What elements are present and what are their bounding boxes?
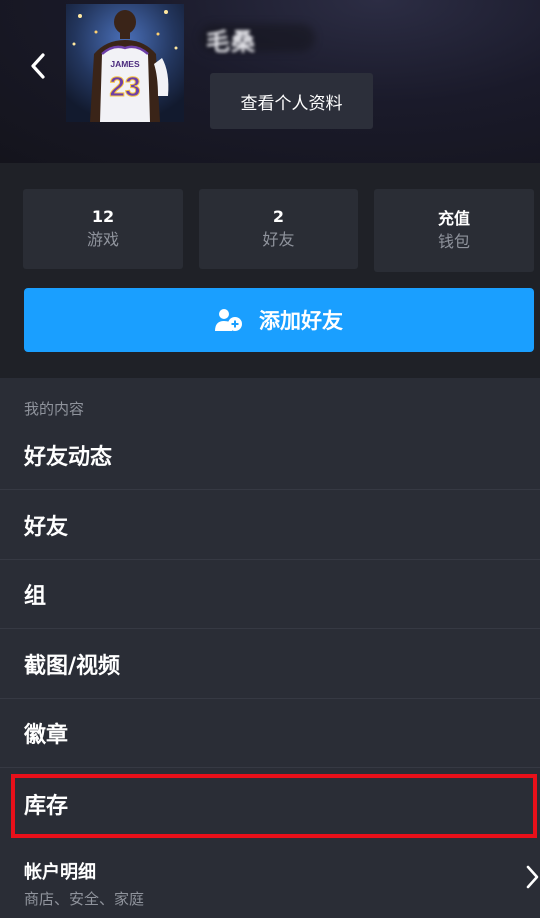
stat-friends[interactable]: 2 好友 (199, 189, 358, 269)
profile-header: JAMES 23 毛桑 查看个人资料 (0, 0, 540, 163)
stats-section: 12 游戏 2 好友 充值 钱包 添加好友 (0, 163, 540, 378)
stat-games-value: 12 (91, 207, 115, 226)
stat-friends-label: 好友 (262, 230, 295, 249)
username: 毛桑 (206, 28, 256, 56)
menu-item-inventory[interactable]: 库存 (0, 769, 540, 838)
menu-item-badges[interactable]: 徽章 (0, 699, 540, 768)
my-content-list: 我的内容 好友动态 好友 组 截图/视频 徽章 库存 (0, 378, 540, 918)
menu-item-friends[interactable]: 好友 (0, 491, 540, 560)
stat-games-label: 游戏 (86, 230, 119, 249)
back-button[interactable] (22, 50, 54, 82)
section-label: 我的内容 (24, 400, 85, 418)
chevron-right-icon (526, 865, 539, 889)
stat-wallet[interactable]: 充值 钱包 (374, 189, 534, 272)
add-friend-label: 添加好友 (259, 309, 343, 333)
avatar[interactable]: JAMES 23 (66, 4, 184, 122)
stat-wallet-value: 充值 (437, 208, 470, 228)
stat-wallet-label: 钱包 (437, 231, 470, 251)
menu-item-groups[interactable]: 组 (0, 560, 540, 629)
account-details-subtitle: 商店、安全、家庭 (24, 890, 145, 908)
menu-item-screenshots-videos[interactable]: 截图/视频 (0, 630, 540, 699)
account-details-item[interactable]: 帐户明细 商店、安全、家庭 (0, 840, 540, 918)
jersey-name: JAMES (110, 59, 140, 69)
view-profile-button[interactable]: 查看个人资料 (210, 73, 373, 129)
jersey-number: 23 (109, 71, 140, 102)
chevron-left-icon (31, 53, 45, 79)
stat-games[interactable]: 12 游戏 (23, 189, 183, 269)
add-user-icon (215, 309, 242, 331)
account-details-title: 帐户明细 (24, 862, 96, 883)
add-friend-button[interactable]: 添加好友 (24, 288, 534, 352)
stat-friends-value: 2 (272, 207, 285, 226)
menu-item-friend-activity[interactable]: 好友动态 (0, 421, 540, 490)
